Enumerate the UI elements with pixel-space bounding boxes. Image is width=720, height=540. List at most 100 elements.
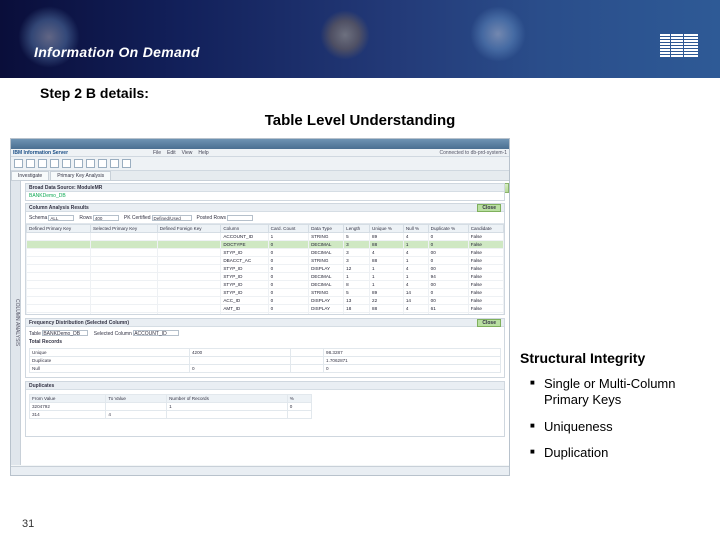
grid-cell[interactable] xyxy=(90,233,157,241)
grid-cell[interactable] xyxy=(27,313,91,315)
grid-cell[interactable]: STRING xyxy=(309,289,344,297)
grid-cell[interactable] xyxy=(27,265,91,273)
grid-cell[interactable] xyxy=(90,305,157,313)
grid-cell[interactable]: DISPLAY xyxy=(309,297,344,305)
tool-icon[interactable] xyxy=(14,159,23,168)
posted-input[interactable] xyxy=(227,215,253,221)
menu-item[interactable]: File xyxy=(153,150,161,155)
grid-cell[interactable] xyxy=(157,289,221,297)
close-button[interactable]: Close xyxy=(477,319,501,327)
grid-cell[interactable]: DECIMAL xyxy=(309,281,344,289)
grid-cell[interactable]: 4 xyxy=(403,281,428,289)
grid-cell[interactable]: False xyxy=(468,249,503,257)
grid-cell[interactable] xyxy=(90,281,157,289)
grid-cell[interactable]: 0 xyxy=(268,289,308,297)
grid-cell[interactable]: 1 xyxy=(344,273,370,281)
grid-cell[interactable]: 0 xyxy=(268,257,308,265)
grid-cell[interactable]: STYL xyxy=(309,313,344,315)
grid-cell[interactable]: False xyxy=(468,313,503,315)
grid-cell[interactable]: 0 xyxy=(428,257,468,265)
grid-cell[interactable]: 4 xyxy=(268,313,308,315)
grid-cell[interactable]: 00 xyxy=(428,297,468,305)
grid-col[interactable]: Defined Foreign Key xyxy=(157,225,221,233)
grid-cell[interactable]: 5 xyxy=(344,289,370,297)
table-field[interactable]: BANKDemo_DB xyxy=(42,330,88,336)
grid-cell[interactable] xyxy=(157,233,221,241)
grid-cell[interactable] xyxy=(157,313,221,315)
analysis-grid[interactable]: Defined Primary KeySelected Primary KeyD… xyxy=(26,224,504,314)
grid-cell[interactable]: DBACCT_AC xyxy=(221,257,268,265)
grid-cell[interactable]: False xyxy=(468,273,503,281)
grid-cell[interactable]: STRING xyxy=(309,233,344,241)
grid-cell[interactable]: 18 xyxy=(344,305,370,313)
grid-cell[interactable]: 0 xyxy=(268,241,308,249)
grid-cell[interactable]: 1 xyxy=(370,281,404,289)
tool-icon[interactable] xyxy=(110,159,119,168)
grid-col[interactable]: Duplicate % xyxy=(428,225,468,233)
grid-cell[interactable]: 00 xyxy=(428,265,468,273)
grid-cell[interactable] xyxy=(90,249,157,257)
grid-cell[interactable]: False xyxy=(468,289,503,297)
grid-cell[interactable]: 88 xyxy=(370,257,404,265)
grid-cell[interactable]: STRING xyxy=(309,257,344,265)
tool-icon[interactable] xyxy=(98,159,107,168)
grid-cell[interactable]: 13 xyxy=(344,297,370,305)
grid-cell[interactable] xyxy=(90,297,157,305)
grid-cell[interactable] xyxy=(27,281,91,289)
grid-cell[interactable] xyxy=(90,273,157,281)
grid-cell[interactable]: 88 xyxy=(370,305,404,313)
grid-cell[interactable]: 4 xyxy=(403,233,428,241)
grid-cell[interactable]: False xyxy=(468,265,503,273)
grid-cell[interactable]: 0 xyxy=(268,281,308,289)
grid-cell[interactable] xyxy=(27,241,91,249)
tool-icon[interactable] xyxy=(26,159,35,168)
grid-cell[interactable]: False xyxy=(468,257,503,265)
grid-cell[interactable] xyxy=(157,273,221,281)
grid-cell[interactable]: DECIMAL xyxy=(309,273,344,281)
grid-cell[interactable] xyxy=(27,257,91,265)
grid-cell[interactable]: 89 xyxy=(370,233,404,241)
grid-cell[interactable]: STYP_ID xyxy=(221,281,268,289)
grid-cell[interactable] xyxy=(90,241,157,249)
tool-icon[interactable] xyxy=(86,159,95,168)
grid-cell[interactable]: 14 xyxy=(403,289,428,297)
grid-cell[interactable]: 61 xyxy=(428,305,468,313)
grid-col[interactable]: Column xyxy=(221,225,268,233)
grid-cell[interactable] xyxy=(90,289,157,297)
grid-cell[interactable]: STYP_ID xyxy=(221,273,268,281)
grid-cell[interactable]: 8 xyxy=(344,281,370,289)
grid-cell[interactable]: 89 xyxy=(370,289,404,297)
grid-cell[interactable] xyxy=(157,241,221,249)
grid-cell[interactable]: 1 xyxy=(403,273,428,281)
grid-cell[interactable]: False xyxy=(468,297,503,305)
pk-select[interactable]: Defined/Used xyxy=(152,215,192,221)
grid-cell[interactable]: AMT_ID xyxy=(221,305,268,313)
grid-cell[interactable]: DISPLAY xyxy=(309,305,344,313)
grid-cell[interactable]: 00 xyxy=(428,249,468,257)
grid-cell[interactable]: 1 xyxy=(403,257,428,265)
menu-item[interactable]: Help xyxy=(198,150,208,155)
grid-cell[interactable]: 0 xyxy=(428,241,468,249)
grid-cell[interactable] xyxy=(428,313,468,315)
grid-cell[interactable] xyxy=(27,249,91,257)
grid-cell[interactable]: DATA_EC xyxy=(221,313,268,315)
grid-cell[interactable]: ACCOUNT_ID xyxy=(221,233,268,241)
grid-cell[interactable]: STYP_ID xyxy=(221,249,268,257)
grid-cell[interactable] xyxy=(157,281,221,289)
grid-cell[interactable]: 4 xyxy=(403,249,428,257)
grid-cell[interactable]: 3 xyxy=(344,257,370,265)
grid-cell[interactable]: 1 xyxy=(268,233,308,241)
grid-cell[interactable]: False xyxy=(468,305,503,313)
grid-cell[interactable] xyxy=(90,313,157,315)
grid-cell[interactable] xyxy=(27,289,91,297)
grid-cell[interactable]: False xyxy=(468,233,503,241)
grid-cell[interactable]: 14 xyxy=(403,297,428,305)
grid-cell[interactable]: 3 xyxy=(344,241,370,249)
grid-cell[interactable] xyxy=(157,249,221,257)
grid-cell[interactable]: DECIMAL xyxy=(309,249,344,257)
tool-icon[interactable] xyxy=(122,159,131,168)
grid-col[interactable]: Card. Count xyxy=(268,225,308,233)
tool-icon[interactable] xyxy=(38,159,47,168)
grid-cell[interactable]: 3 xyxy=(344,313,370,315)
grid-cell[interactable]: 4 xyxy=(370,249,404,257)
